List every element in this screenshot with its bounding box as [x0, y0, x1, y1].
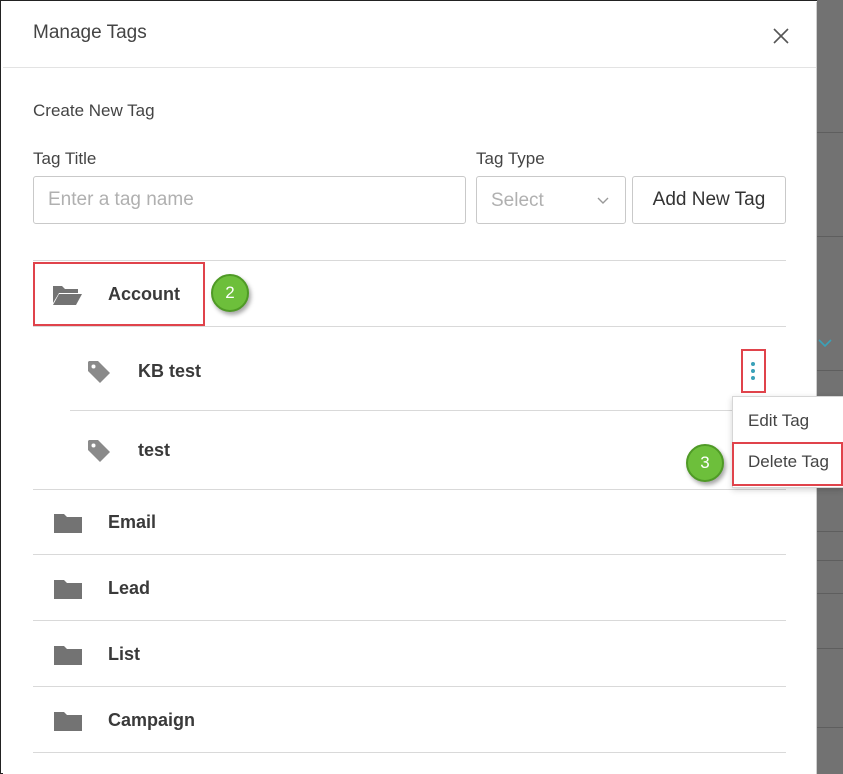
tag-title-label: Tag Title [33, 149, 97, 168]
page-backdrop [817, 0, 843, 774]
divider [33, 260, 786, 261]
manage-tags-modal: Manage Tags Create New Tag Tag Title Tag… [3, 2, 817, 774]
chevron-down-icon [597, 197, 609, 204]
folder-label-lead: Lead [108, 578, 151, 598]
kebab-dot [751, 376, 755, 380]
tag-icon [88, 440, 110, 462]
more-options-icon[interactable] [741, 350, 765, 392]
folder-icon [54, 514, 82, 533]
divider [33, 686, 786, 687]
backdrop-divider [817, 236, 843, 237]
folder-open-icon [53, 286, 82, 305]
folder-icon [54, 580, 82, 599]
folder-icon [54, 646, 82, 665]
tag-type-value: Select [491, 190, 544, 211]
backdrop-divider [817, 727, 843, 728]
kebab-dot [751, 362, 755, 366]
delete-tag-menu-item[interactable]: Delete Tag [748, 452, 829, 472]
folder-label-campaign: Campaign [108, 710, 196, 730]
tag-type-select[interactable]: Select [476, 176, 626, 224]
folder-label-list: List [108, 644, 141, 664]
tag-icon [88, 361, 110, 383]
backdrop-divider [817, 132, 843, 133]
folder-label-email: Email [108, 512, 157, 532]
modal-header: Manage Tags [3, 2, 816, 68]
divider [33, 752, 786, 753]
divider [33, 620, 786, 621]
divider [33, 554, 786, 555]
chevron-down-icon [818, 339, 832, 348]
step-badge-3: 3 [686, 444, 724, 482]
folder-icon [54, 712, 82, 731]
kebab-dot [751, 369, 755, 373]
edit-tag-menu-item[interactable]: Edit Tag [748, 411, 809, 431]
tag-label-test: test [138, 440, 171, 460]
divider [33, 489, 786, 490]
tag-name-input[interactable] [33, 176, 466, 224]
create-tag-heading: Create New Tag [33, 101, 155, 120]
modal-title: Manage Tags [33, 22, 147, 43]
backdrop-divider [817, 560, 843, 561]
tag-type-label: Tag Type [476, 149, 545, 168]
add-new-tag-button[interactable]: Add New Tag [632, 176, 786, 224]
folder-label-account: Account [108, 284, 180, 304]
step-badge-2: 2 [211, 274, 249, 312]
backdrop-divider [817, 648, 843, 649]
backdrop-divider [817, 531, 843, 532]
tag-label-kb-test: KB test [138, 361, 202, 381]
backdrop-divider [817, 370, 843, 371]
divider [70, 410, 786, 411]
close-icon[interactable] [771, 26, 791, 46]
tag-context-menu: Edit Tag Delete Tag [732, 396, 843, 488]
divider [33, 326, 786, 327]
backdrop-divider [817, 593, 843, 594]
